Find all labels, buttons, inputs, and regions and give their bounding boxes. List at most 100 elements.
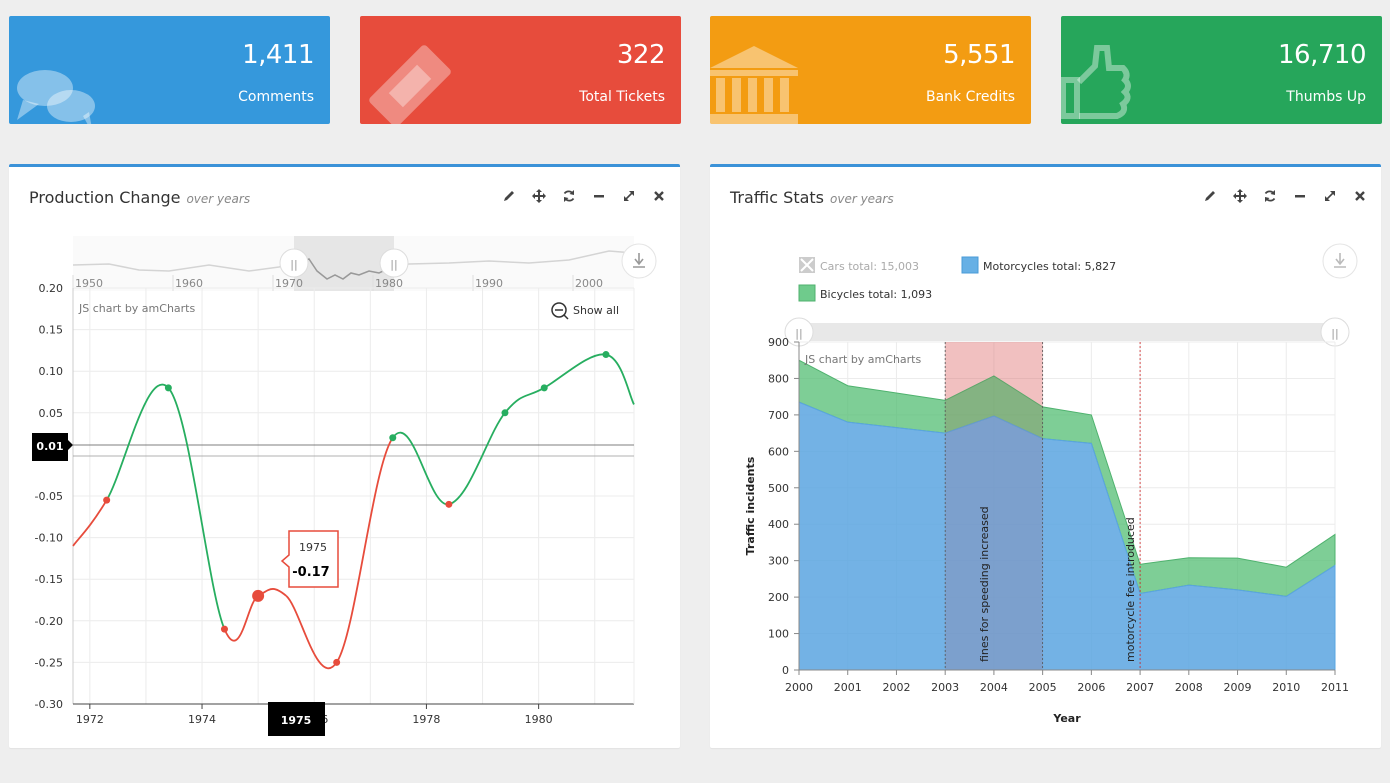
line-segment (105, 383, 170, 501)
balloon-value: -0.17 (292, 565, 329, 580)
x-tick-label: 2002 (882, 681, 910, 694)
legend-marker (798, 284, 816, 302)
balloon-year: 1975 (299, 541, 327, 554)
x-tick-label: 1978 (412, 713, 440, 726)
svg-text:||: || (1331, 327, 1338, 340)
y-axis-title: Traffic incidents (744, 456, 757, 555)
svg-text:||: || (795, 327, 802, 340)
stat-card-thumbs-up[interactable]: 16,710 Thumbs Up (1061, 16, 1382, 124)
legend-item-motorcycles[interactable]: Motorcycles total: 5,827 (961, 256, 1116, 274)
data-point[interactable] (445, 500, 453, 508)
line-segment (285, 595, 338, 670)
production-chart[interactable]: || || 1950 1960 1970 1980 1990 2000 JS chart … (9, 167, 680, 748)
line-segment (335, 437, 394, 663)
comments-icon (17, 70, 95, 124)
x-axis-title: Year (1052, 712, 1081, 725)
y-tick-label: 0.10 (39, 365, 64, 378)
svg-text:Cars total: 15,003: Cars total: 15,003 (820, 260, 919, 273)
y-tick-label: 0.20 (39, 282, 64, 295)
line-segment (392, 431, 450, 506)
y-tick-label: 100 (768, 628, 789, 641)
stat-label: Comments (238, 89, 314, 105)
show-all-label: Show all (573, 304, 619, 317)
x-tick-label: 2010 (1272, 681, 1300, 694)
x-tick-label: 2009 (1224, 681, 1252, 694)
area-motorcycles[interactable] (798, 401, 1336, 671)
y-tick-label: -0.20 (35, 615, 63, 628)
stat-label: Bank Credits (925, 89, 1015, 105)
data-point[interactable] (333, 658, 341, 666)
ticket-icon (369, 45, 451, 124)
data-point[interactable] (540, 384, 548, 392)
y-tick-label: 800 (768, 372, 789, 385)
stat-label: Thumbs Up (1286, 89, 1366, 105)
y-tick-label: 200 (768, 591, 789, 604)
chart-credit[interactable]: JS chart by amCharts (78, 302, 195, 315)
svg-text:||: || (390, 258, 397, 271)
y-tick-label: 0 (782, 664, 789, 677)
bank-icon (710, 46, 798, 124)
data-point[interactable] (501, 409, 509, 417)
traffic-chart[interactable]: Cars total: 15,003 Motorcycles total: 5,… (710, 167, 1381, 748)
stat-card-tickets[interactable]: 322 Total Tickets (360, 16, 681, 124)
x-tick-label: 2000 (785, 681, 813, 694)
export-button[interactable] (621, 243, 657, 279)
legend-item-bicycles[interactable]: Bicycles total: 1,093 (798, 284, 932, 302)
stat-card-comments[interactable]: 1,411 Comments (9, 16, 330, 124)
y-tick-label: 600 (768, 445, 789, 458)
svg-text:1975: 1975 (281, 714, 312, 727)
x-tick-label: 1980 (525, 713, 553, 726)
data-point[interactable] (103, 496, 111, 504)
y-tick-label: -0.25 (35, 656, 63, 669)
y-tick-label: 900 (768, 336, 789, 349)
svg-text:Motorcycles total: 5,827: Motorcycles total: 5,827 (983, 260, 1116, 273)
data-point[interactable] (602, 351, 610, 359)
stat-value: 322 (616, 40, 666, 70)
y-tick-label: 0.15 (39, 324, 64, 337)
svg-text:Bicycles total: 1,093: Bicycles total: 1,093 (820, 288, 932, 301)
data-point[interactable] (220, 625, 228, 633)
svg-text:0.01: 0.01 (36, 440, 63, 453)
x-tick-label: 2008 (1175, 681, 1203, 694)
y-tick-label: -0.10 (35, 532, 63, 545)
production-change-panel: Production Change over years || || 1950 19… (9, 164, 680, 748)
stat-card-bank-credits[interactable]: 5,551 Bank Credits (710, 16, 1031, 124)
line-segment (605, 353, 635, 405)
stat-value: 1,411 (242, 40, 314, 70)
legend-name: Motorcycles (983, 260, 1049, 273)
stat-label: Total Tickets (579, 89, 665, 105)
legend-item-cars[interactable]: Cars total: 15,003 (799, 257, 919, 273)
x-tick-label: 1972 (76, 713, 104, 726)
y-tick-label: -0.30 (35, 698, 63, 711)
line-segment (448, 412, 506, 506)
data-point[interactable] (164, 384, 172, 392)
legend-name: Cars (820, 260, 845, 273)
export-button[interactable] (1322, 243, 1358, 279)
y-tick-label: 400 (768, 518, 789, 531)
x-tick-label: 2001 (834, 681, 862, 694)
x-tick-label: 2011 (1321, 681, 1349, 694)
y-tick-label: 500 (768, 482, 789, 495)
y-tick-label: -0.05 (35, 490, 63, 503)
x-tick-label: 1974 (188, 713, 216, 726)
data-point[interactable] (252, 589, 265, 602)
legend-total: total: 1,093 (868, 288, 932, 301)
legend-name: Bicycles (820, 288, 865, 301)
traffic-stats-panel: Traffic Stats over years Cars total: 15,0… (710, 164, 1381, 748)
x-tick-label: 2005 (1029, 681, 1057, 694)
line-segment (167, 387, 226, 630)
line-segment (223, 595, 259, 642)
data-point[interactable] (389, 434, 397, 442)
legend-total: total: 15,003 (848, 260, 919, 273)
chart-scrollbar[interactable]: || || 1950 1960 1970 1980 1990 2000 (72, 236, 635, 291)
stat-value: 5,551 (943, 40, 1015, 70)
svg-text:||: || (290, 258, 297, 271)
legend-total: total: 5,827 (1052, 260, 1116, 273)
legend-marker (961, 256, 979, 274)
x-tick-label: 2004 (980, 681, 1008, 694)
y-tick-label: -0.15 (35, 573, 63, 586)
chart-credit[interactable]: JS chart by amCharts (804, 353, 921, 366)
x-tick-label: 2006 (1077, 681, 1105, 694)
x-tick-label: 2007 (1126, 681, 1154, 694)
show-all-button[interactable]: Show all (551, 302, 619, 320)
